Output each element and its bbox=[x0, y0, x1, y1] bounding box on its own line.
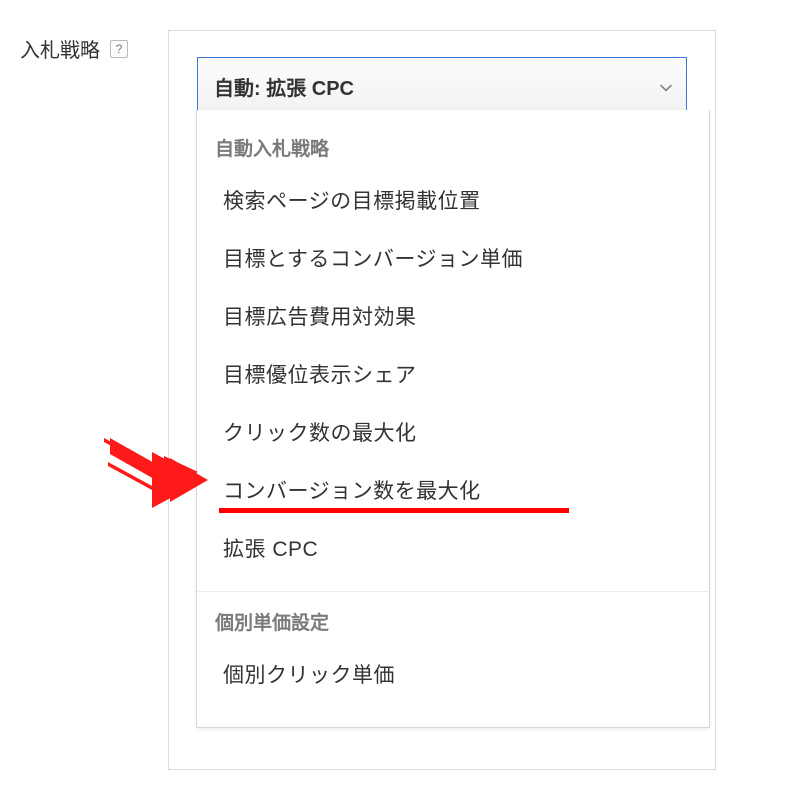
help-icon[interactable]: ? bbox=[110, 40, 128, 58]
menu-item-target-impression-share[interactable]: 目標優位表示シェア bbox=[197, 345, 709, 403]
menu-item-label: 個別クリック単価 bbox=[223, 664, 395, 687]
menu-item-label: コンバージョン数を最大化 bbox=[223, 480, 481, 503]
menu-item-label: 拡張 CPC bbox=[223, 538, 318, 561]
menu-item-label: 目標広告費用対効果 bbox=[223, 306, 417, 329]
bid-strategy-select[interactable]: 自動: 拡張 CPC bbox=[197, 57, 687, 116]
menu-item-enhanced-cpc[interactable]: 拡張 CPC bbox=[197, 519, 709, 577]
menu-item-maximize-clicks[interactable]: クリック数の最大化 bbox=[197, 403, 709, 461]
menu-item-label: 目標優位表示シェア bbox=[223, 364, 417, 387]
select-selected-label: 自動: 拡張 CPC bbox=[214, 78, 354, 100]
section-label: 入札戦略 bbox=[20, 34, 100, 63]
menu-item-label: 目標とするコンバージョン単価 bbox=[223, 248, 523, 271]
menu-item-maximize-conversions[interactable]: コンバージョン数を最大化 bbox=[197, 461, 709, 519]
menu-item-search-page-target-position[interactable]: 検索ページの目標掲載位置 bbox=[197, 171, 709, 229]
menu-item-label: クリック数の最大化 bbox=[223, 422, 417, 445]
dropdown-divider bbox=[197, 591, 709, 592]
menu-item-target-cpa[interactable]: 目標とするコンバージョン単価 bbox=[197, 229, 709, 287]
highlight-underline bbox=[219, 508, 569, 513]
menu-item-label: 検索ページの目標掲載位置 bbox=[223, 190, 481, 213]
dropdown-group-header-manual: 個別単価設定 bbox=[197, 598, 709, 645]
menu-item-target-roas[interactable]: 目標広告費用対効果 bbox=[197, 287, 709, 345]
bid-strategy-dropdown: 自動入札戦略 検索ページの目標掲載位置 目標とするコンバージョン単価 目標広告費… bbox=[196, 110, 710, 728]
chevron-down-icon bbox=[660, 75, 672, 98]
dropdown-group-header-auto: 自動入札戦略 bbox=[197, 124, 709, 171]
menu-item-manual-cpc[interactable]: 個別クリック単価 bbox=[197, 645, 709, 703]
